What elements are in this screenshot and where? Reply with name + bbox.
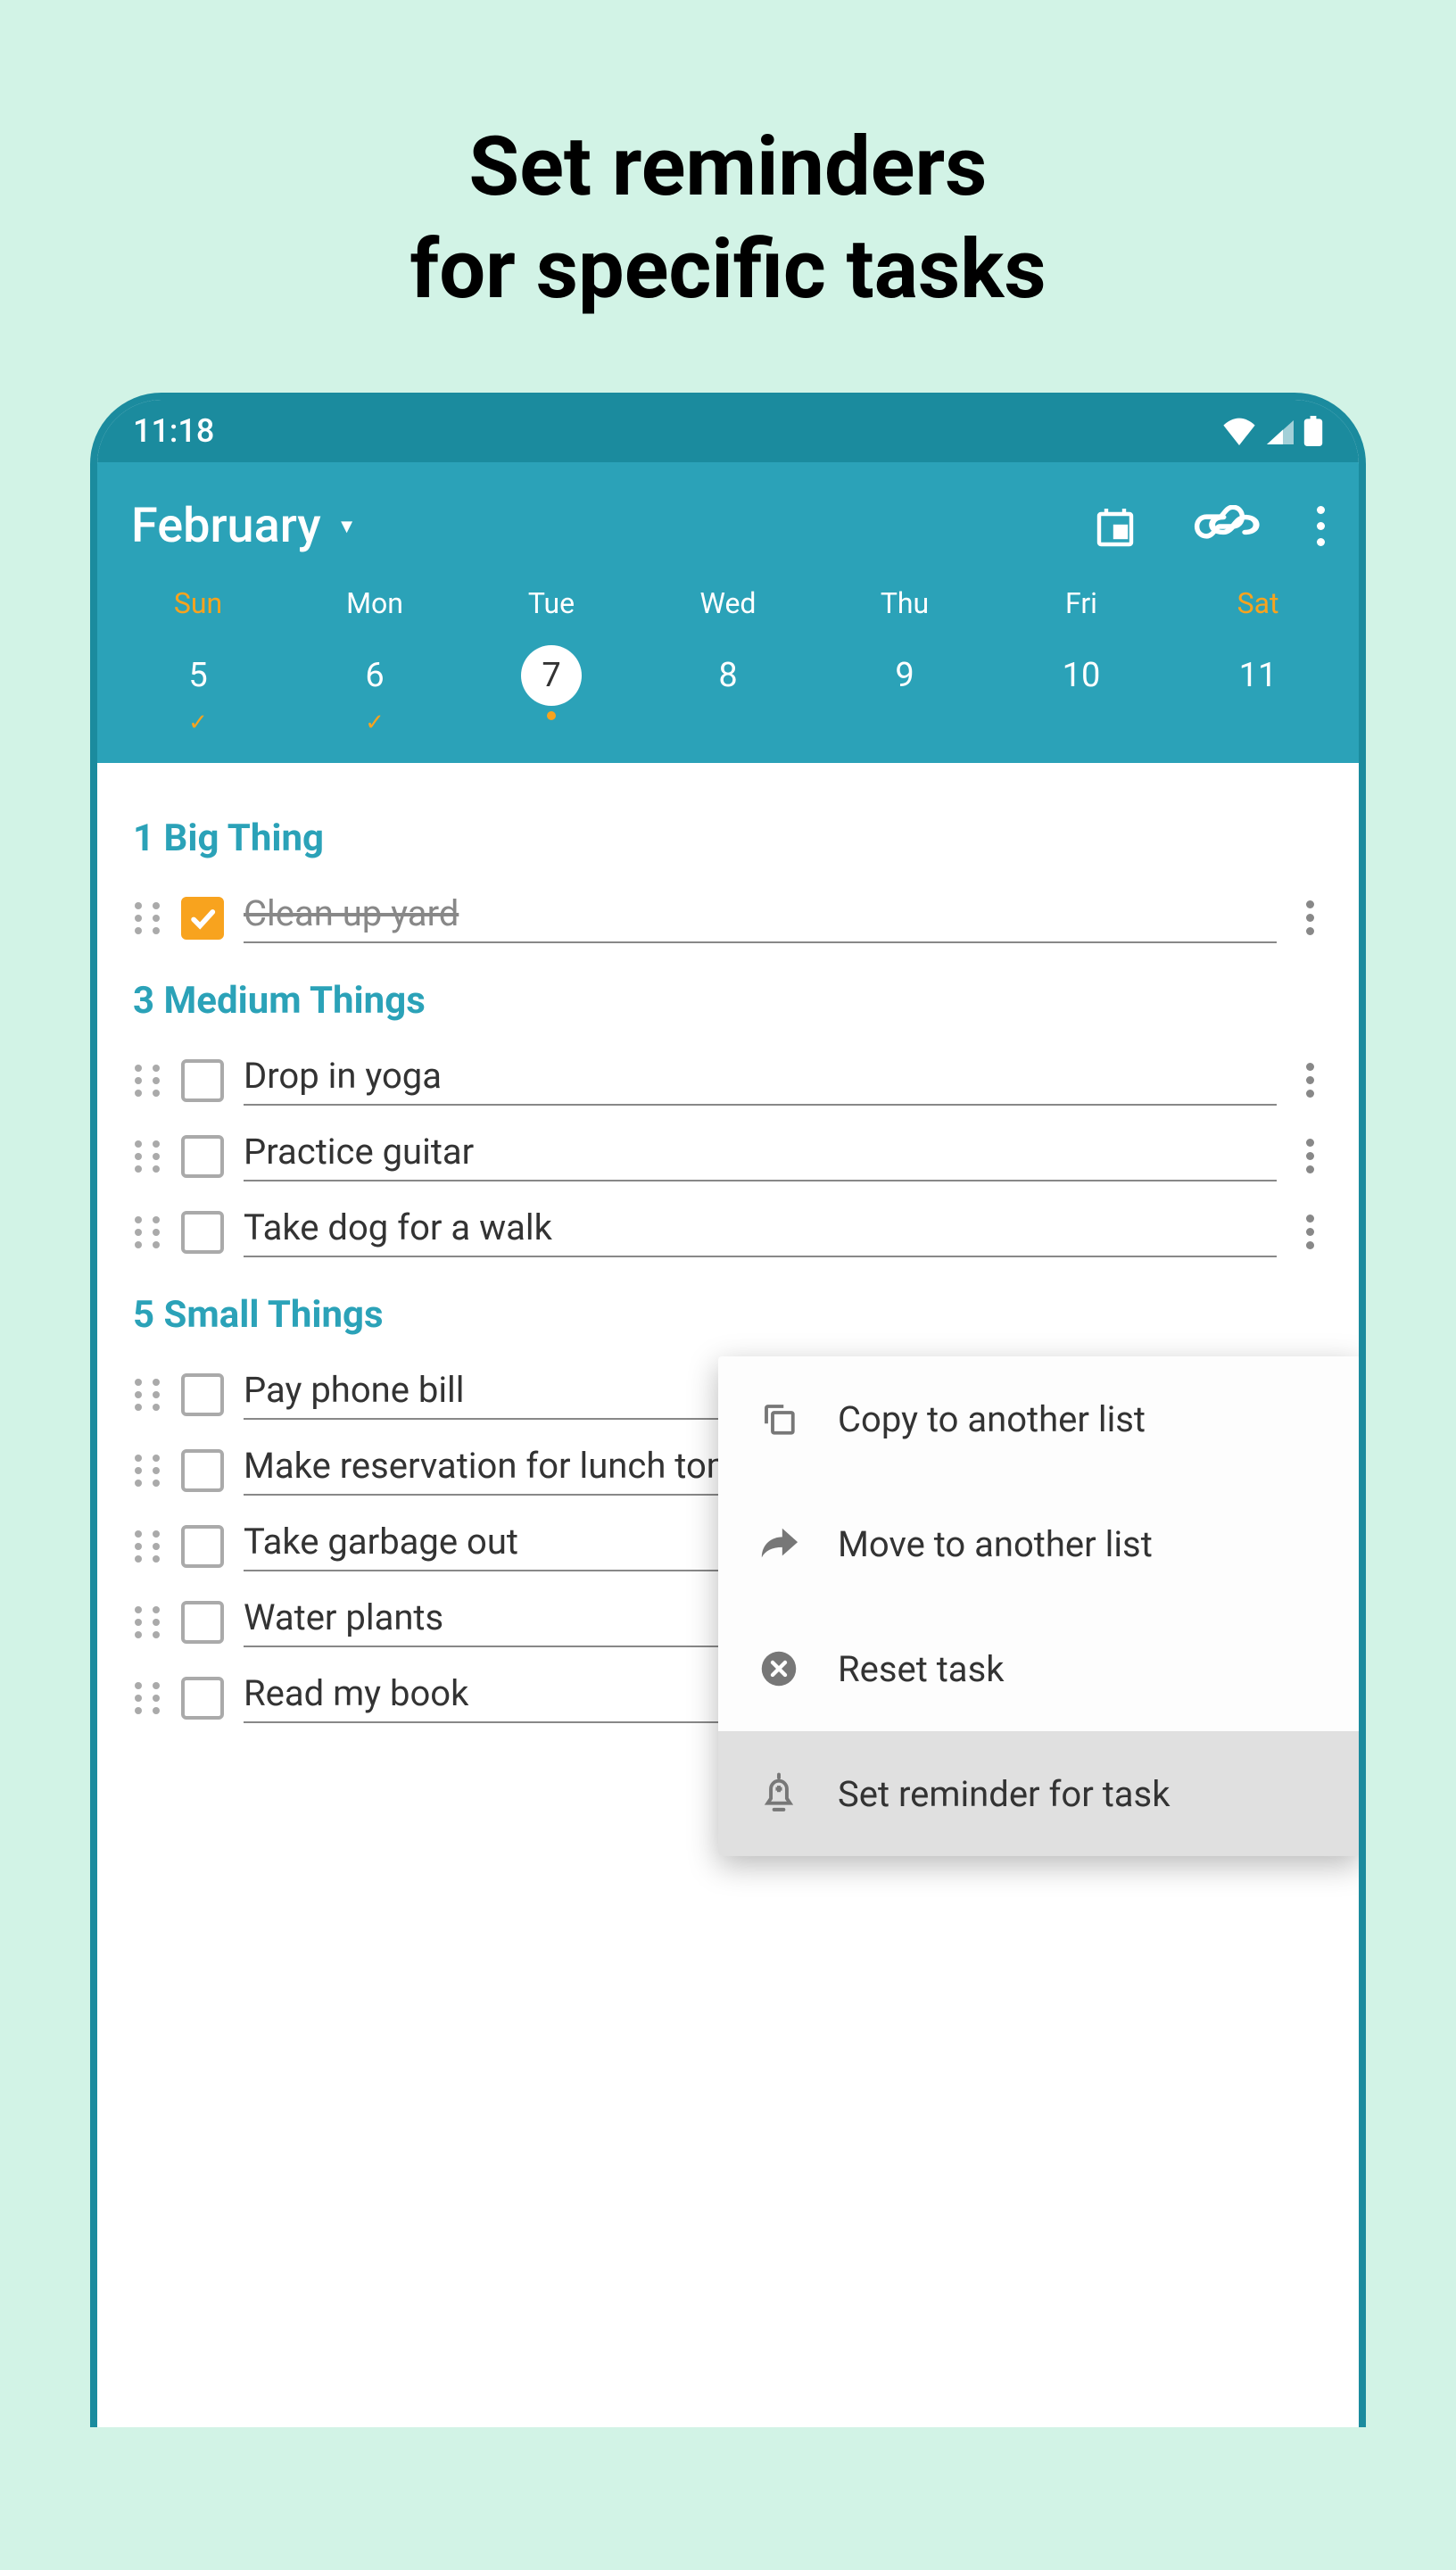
drag-handle-icon[interactable]: [133, 902, 161, 934]
day-label: Sat: [1237, 586, 1279, 620]
drag-handle-icon[interactable]: [133, 1530, 161, 1563]
task-checkbox[interactable]: [181, 1525, 224, 1568]
task-checkbox[interactable]: [181, 1373, 224, 1416]
task-row: Drop in yoga: [133, 1055, 1323, 1106]
day-column[interactable]: Sat 11: [1198, 586, 1318, 736]
section-small-title: 5 Small Things: [133, 1293, 1323, 1337]
status-time: 11:18: [133, 412, 214, 450]
task-row: Practice guitar: [133, 1131, 1323, 1181]
task-context-menu: Copy to another list Move to another lis…: [718, 1356, 1361, 1856]
task-more-icon[interactable]: [1296, 900, 1323, 935]
drag-handle-icon[interactable]: [133, 1140, 161, 1173]
task-checkbox[interactable]: [181, 1601, 224, 1644]
more-icon[interactable]: [1317, 506, 1325, 546]
arrow-icon: [757, 1522, 800, 1565]
day-number: 10: [1051, 645, 1112, 706]
month-selector[interactable]: February ▼: [131, 498, 357, 554]
selected-dot: [547, 711, 556, 720]
status-icons: [1221, 416, 1323, 446]
menu-copy[interactable]: Copy to another list: [718, 1356, 1361, 1481]
drag-handle-icon[interactable]: [133, 1216, 161, 1248]
check-icon: ✓: [188, 709, 208, 736]
wifi-icon: [1221, 417, 1257, 445]
task-row: Clean up yard: [133, 892, 1323, 943]
week-row: Sun 5 ✓ Mon 6 ✓ Tue 7 Wed 8 Thu 9 Fri 10 Sat 11: [131, 586, 1325, 763]
menu-move[interactable]: Move to another list: [718, 1481, 1361, 1606]
phone-frame: 11:18 February ▼: [90, 393, 1366, 2427]
month-label: February: [131, 498, 321, 554]
day-label: Sun: [174, 586, 222, 620]
task-checkbox[interactable]: [181, 1449, 224, 1492]
day-label: Tue: [528, 586, 575, 620]
x-circle-icon: [757, 1647, 800, 1690]
day-number: 5: [168, 645, 228, 706]
infinity-icon[interactable]: [1208, 511, 1260, 542]
day-number: 8: [698, 645, 758, 706]
task-text[interactable]: Drop in yoga: [244, 1055, 1277, 1106]
drag-handle-icon[interactable]: [133, 1682, 161, 1714]
hero-text: Set reminders for specific tasks: [0, 0, 1456, 393]
task-more-icon[interactable]: [1296, 1063, 1323, 1098]
day-column[interactable]: Wed 8: [668, 586, 788, 736]
day-number: 9: [874, 645, 935, 706]
drag-handle-icon[interactable]: [133, 1606, 161, 1638]
check-icon: ✓: [365, 709, 385, 736]
task-checkbox[interactable]: [181, 1211, 224, 1254]
calendar-icon[interactable]: [1094, 505, 1137, 548]
task-more-icon[interactable]: [1296, 1139, 1323, 1173]
hero-line1: Set reminders: [469, 120, 988, 215]
task-text[interactable]: Clean up yard: [244, 892, 1277, 943]
menu-reset-label: Reset task: [838, 1648, 1004, 1690]
task-more-icon[interactable]: [1296, 1215, 1323, 1249]
day-number: 11: [1228, 645, 1288, 706]
task-checkbox[interactable]: [181, 1059, 224, 1102]
bell-icon: [757, 1772, 800, 1815]
signal-icon: [1264, 417, 1296, 445]
day-column[interactable]: Tue 7: [492, 586, 611, 736]
task-checkbox[interactable]: [181, 897, 224, 940]
menu-reset[interactable]: Reset task: [718, 1606, 1361, 1731]
day-number: 7: [521, 645, 582, 706]
menu-remind-label: Set reminder for task: [838, 1773, 1170, 1815]
day-number: 6: [344, 645, 405, 706]
section-big-title: 1 Big Thing: [133, 817, 1323, 860]
app-header: February ▼ Sun 5 ✓ Mon 6 ✓ Tue 7 Wed 8 Thu 9 Fri 10 Sa…: [97, 462, 1359, 763]
day-column[interactable]: Sun 5 ✓: [138, 586, 258, 736]
menu-move-label: Move to another list: [838, 1523, 1153, 1565]
chevron-down-icon: ▼: [337, 515, 357, 538]
section-medium-title: 3 Medium Things: [133, 979, 1323, 1023]
task-row: Take dog for a walk: [133, 1206, 1323, 1257]
day-column[interactable]: Fri 10: [1022, 586, 1141, 736]
day-column[interactable]: Thu 9: [845, 586, 964, 736]
copy-icon: [757, 1397, 800, 1440]
day-label: Thu: [881, 586, 929, 620]
task-checkbox[interactable]: [181, 1677, 224, 1720]
task-text[interactable]: Practice guitar: [244, 1131, 1277, 1181]
battery-icon: [1303, 416, 1323, 446]
day-label: Wed: [700, 586, 757, 620]
menu-remind[interactable]: Set reminder for task: [718, 1731, 1361, 1856]
status-bar: 11:18: [97, 400, 1359, 462]
hero-line2: for specific tasks: [410, 222, 1046, 318]
drag-handle-icon[interactable]: [133, 1455, 161, 1487]
day-column[interactable]: Mon 6 ✓: [315, 586, 434, 736]
drag-handle-icon[interactable]: [133, 1065, 161, 1097]
task-checkbox[interactable]: [181, 1135, 224, 1178]
day-label: Mon: [346, 586, 403, 620]
task-text[interactable]: Take dog for a walk: [244, 1206, 1277, 1257]
menu-copy-label: Copy to another list: [838, 1398, 1146, 1440]
drag-handle-icon[interactable]: [133, 1379, 161, 1411]
day-label: Fri: [1065, 586, 1097, 620]
